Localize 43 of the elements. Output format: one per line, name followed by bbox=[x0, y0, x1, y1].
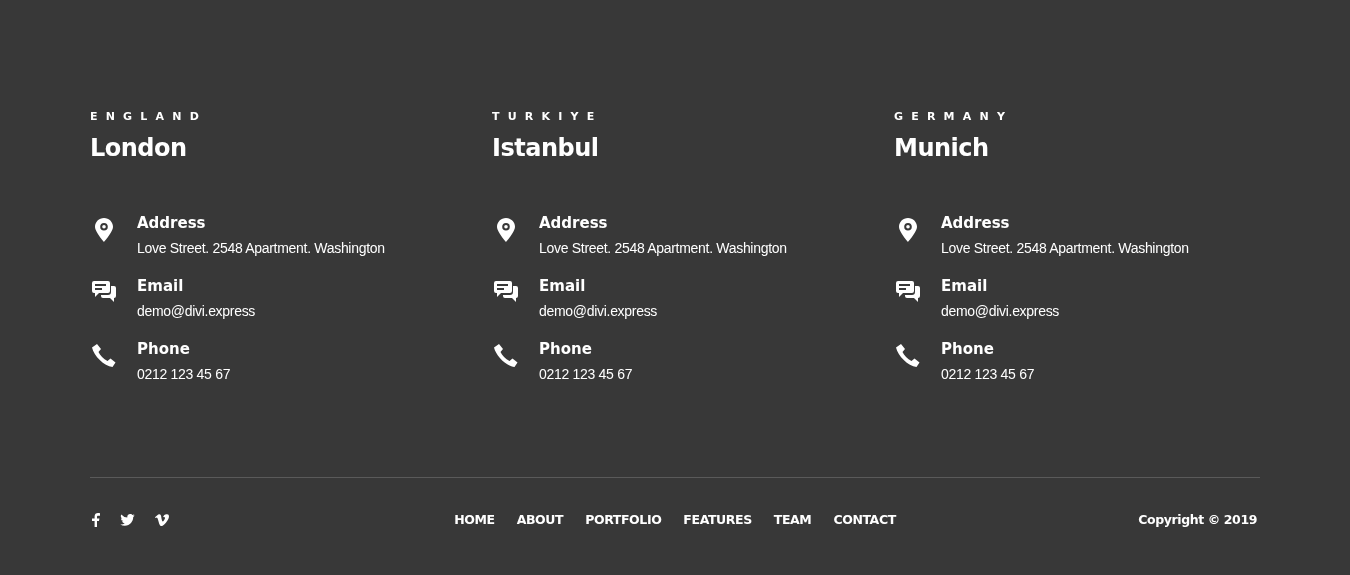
bird-icon[interactable] bbox=[120, 513, 135, 526]
nav-link[interactable]: PORTFOLIO bbox=[585, 512, 662, 527]
contact-value: Love Street. 2548 Apartment. Washington bbox=[539, 239, 787, 258]
city-heading: Istanbul bbox=[492, 133, 600, 163]
pin-icon bbox=[496, 218, 515, 242]
nav-link[interactable]: TEAM bbox=[773, 512, 812, 527]
nav-link[interactable]: ABOUT bbox=[516, 512, 564, 527]
contact-value: demo@divi.express bbox=[137, 302, 256, 321]
city-heading: Munich bbox=[894, 133, 990, 163]
city-heading: London bbox=[90, 133, 188, 163]
contact-label: Email bbox=[941, 276, 989, 296]
nav-link[interactable]: HOME bbox=[454, 512, 495, 527]
nav-link[interactable]: FEATURES bbox=[683, 512, 752, 527]
phone-icon bbox=[91, 344, 116, 368]
chat-icon bbox=[91, 281, 116, 303]
pin-icon bbox=[898, 218, 917, 242]
country-label: TURKIYE bbox=[492, 110, 604, 123]
contact-label: Email bbox=[539, 276, 587, 296]
copyright-text: Copyright © 2019 bbox=[1138, 512, 1257, 527]
chat-icon bbox=[895, 281, 920, 303]
contact-value: 0212 123 45 67 bbox=[941, 365, 1035, 384]
contact-value: Love Street. 2548 Apartment. Washington bbox=[137, 239, 385, 258]
facebook-icon[interactable] bbox=[92, 512, 100, 527]
contact-value: demo@divi.express bbox=[539, 302, 658, 321]
vimeo-icon[interactable] bbox=[155, 513, 169, 526]
phone-icon bbox=[493, 344, 518, 368]
contact-value: demo@divi.express bbox=[941, 302, 1060, 321]
contact-label: Phone bbox=[941, 339, 995, 359]
contact-value: 0212 123 45 67 bbox=[539, 365, 633, 384]
pin-icon bbox=[94, 218, 113, 242]
contact-value: Love Street. 2548 Apartment. Washington bbox=[941, 239, 1189, 258]
contact-label: Email bbox=[137, 276, 185, 296]
contact-label: Address bbox=[539, 213, 609, 233]
country-label: GERMANY bbox=[894, 110, 1015, 123]
contact-value: 0212 123 45 67 bbox=[137, 365, 231, 384]
phone-icon bbox=[895, 344, 920, 368]
contact-label: Address bbox=[137, 213, 207, 233]
country-label: ENGLAND bbox=[90, 110, 208, 123]
contact-label: Phone bbox=[539, 339, 593, 359]
chat-icon bbox=[493, 281, 518, 303]
nav-link[interactable]: CONTACT bbox=[833, 512, 896, 527]
contact-label: Address bbox=[941, 213, 1011, 233]
contact-label: Phone bbox=[137, 339, 191, 359]
